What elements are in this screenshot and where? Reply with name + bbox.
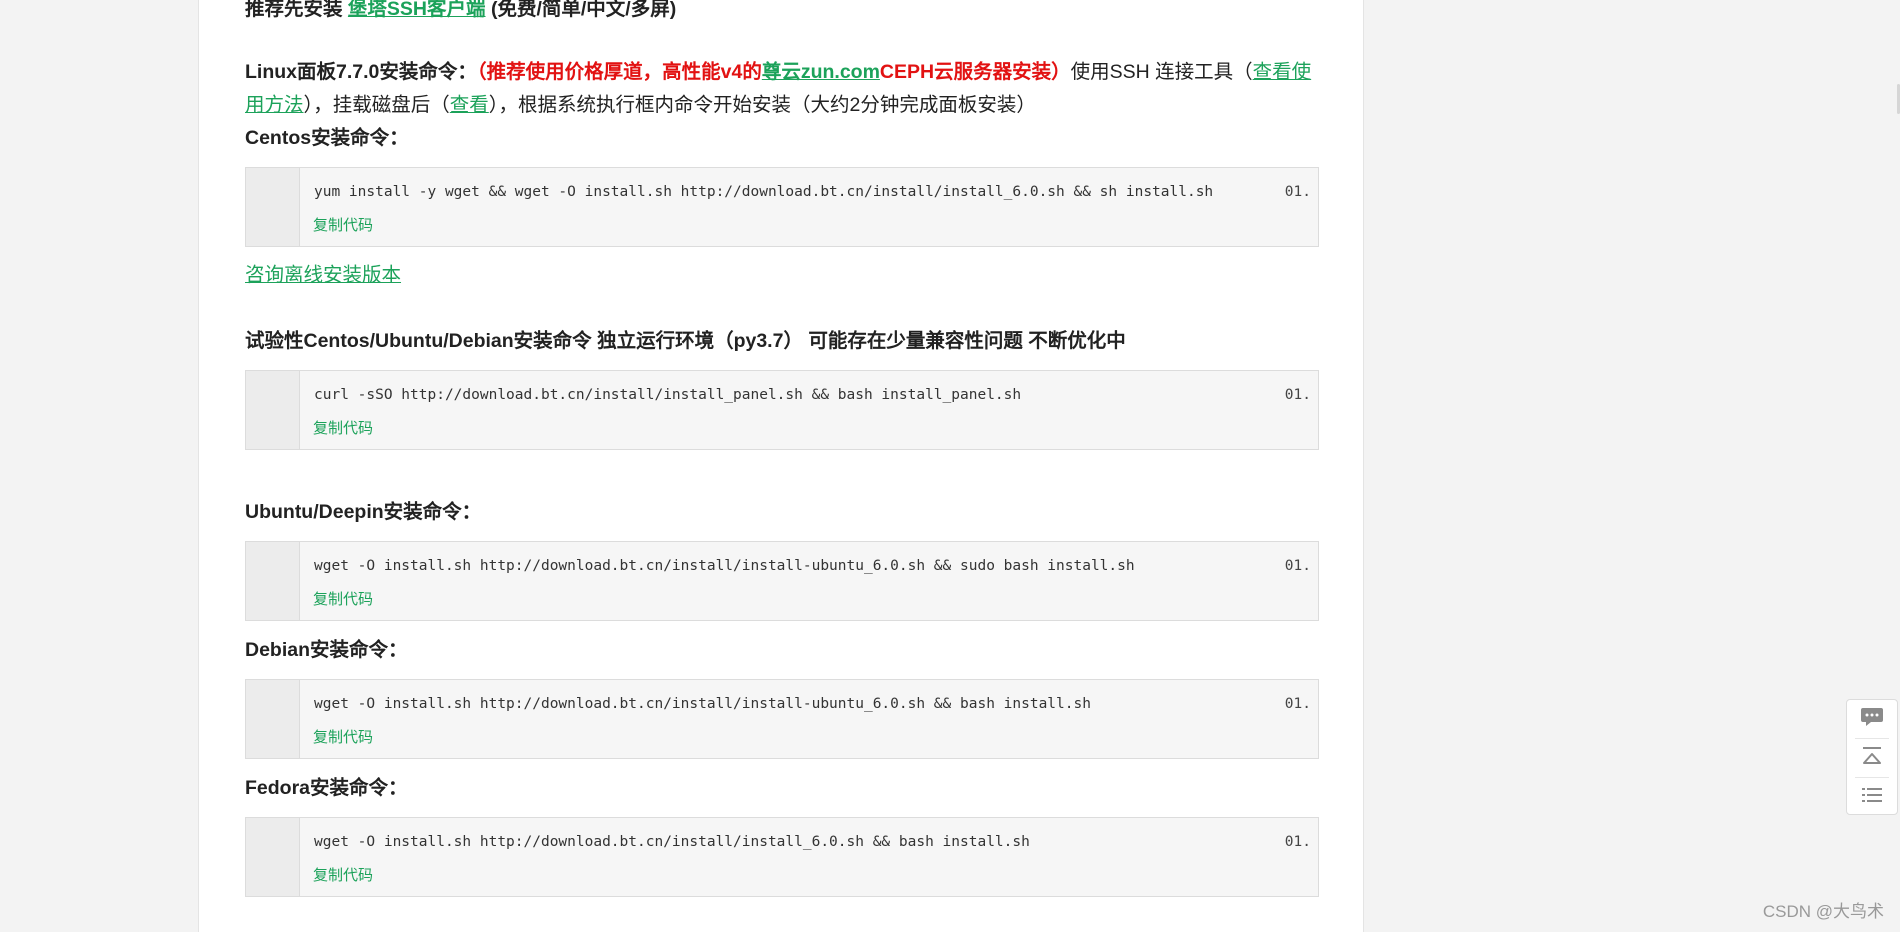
copy-code-button[interactable]: 复制代码 bbox=[313, 417, 373, 438]
experimental-heading: 试验性Centos/Ubuntu/Debian安装命令 独立运行环境（py3.7… bbox=[245, 330, 1126, 352]
copy-code-button[interactable]: 复制代码 bbox=[313, 214, 373, 235]
line-number-gutter bbox=[246, 818, 300, 896]
ssh-client-recommendation: 推荐先安装 堡塔SSH客户端 (免费/简单/中文/多屏) bbox=[245, 0, 1319, 25]
comment-icon bbox=[1860, 706, 1884, 733]
mount-disk-text: ），挂载磁盘后（ bbox=[303, 93, 450, 116]
back-to-top-button[interactable] bbox=[1847, 739, 1897, 777]
line-number: 01. bbox=[1284, 558, 1311, 574]
execute-text: ），根据系统执行框内命令开始安装（大约2分钟完成面板安装） bbox=[488, 93, 1036, 116]
promo-text-open: （推荐使用价格厚道，高性能v4的 bbox=[476, 61, 762, 83]
offline-version-link[interactable]: 咨询离线安装版本 bbox=[245, 264, 401, 286]
copy-code-button[interactable]: 复制代码 bbox=[313, 726, 373, 747]
experimental-command[interactable]: curl -sSO http://download.bt.cn/install/… bbox=[314, 387, 1021, 403]
fedora-heading: Fedora安装命令： bbox=[245, 777, 408, 799]
linux-panel-paragraph: Linux面板7.7.0安装命令：（推荐使用价格厚道，高性能v4的尊云zun.c… bbox=[245, 56, 1319, 121]
experimental-code-block: 01. curl -sSO http://download.bt.cn/inst… bbox=[245, 370, 1319, 450]
ubuntu-code-block: 01. wget -O install.sh http://download.b… bbox=[245, 541, 1319, 621]
offline-version-row: 咨询离线安装版本 bbox=[245, 259, 1319, 292]
debian-command[interactable]: wget -O install.sh http://download.bt.cn… bbox=[314, 696, 1091, 712]
line-number: 01. bbox=[1284, 696, 1311, 712]
line-number-gutter bbox=[246, 680, 300, 758]
line-number: 01. bbox=[1284, 387, 1311, 403]
csdn-watermark: CSDN @大鸟术 bbox=[1762, 902, 1884, 921]
zun-com-link[interactable]: 尊云zun.com bbox=[762, 61, 880, 83]
line-number-gutter bbox=[246, 371, 300, 449]
copy-code-button[interactable]: 复制代码 bbox=[313, 864, 373, 885]
floating-toolbar bbox=[1846, 699, 1898, 815]
line-number-gutter bbox=[246, 168, 300, 246]
ssh-client-link[interactable]: 堡塔SSH客户端 bbox=[348, 0, 486, 20]
comment-button[interactable] bbox=[1847, 700, 1897, 738]
copy-code-button[interactable]: 复制代码 bbox=[313, 588, 373, 609]
ubuntu-command[interactable]: wget -O install.sh http://download.bt.cn… bbox=[314, 558, 1135, 574]
centos-command[interactable]: yum install -y wget && wget -O install.s… bbox=[314, 184, 1213, 200]
list-icon bbox=[1861, 786, 1883, 809]
centos-code-block: 01. yum install -y wget && wget -O insta… bbox=[245, 167, 1319, 247]
centos-heading: Centos安装命令： bbox=[245, 127, 409, 149]
debian-heading: Debian安装命令： bbox=[245, 639, 408, 661]
promo-text-close: CEPH云服务器安装） bbox=[879, 61, 1071, 83]
line-number: 01. bbox=[1284, 834, 1311, 850]
linux-panel-label: Linux面板7.7.0安装命令： bbox=[245, 61, 477, 83]
ubuntu-heading: Ubuntu/Deepin安装命令： bbox=[245, 501, 482, 523]
line-number-gutter bbox=[246, 542, 300, 620]
article-page: 推荐先安装 堡塔SSH客户端 (免费/简单/中文/多屏) Linux面板7.7.… bbox=[198, 0, 1364, 932]
ssh-instructions-text: 使用SSH 连接工具（ bbox=[1070, 61, 1253, 83]
fedora-command[interactable]: wget -O install.sh http://download.bt.cn… bbox=[314, 834, 1030, 850]
intro-suffix: (免费/简单/中文/多屏) bbox=[485, 0, 677, 20]
debian-code-block: 01. wget -O install.sh http://download.b… bbox=[245, 679, 1319, 759]
table-of-contents-button[interactable] bbox=[1847, 778, 1897, 816]
view-link[interactable]: 查看 bbox=[450, 94, 489, 116]
intro-prefix: 推荐先安装 bbox=[245, 0, 348, 20]
back-to-top-icon bbox=[1861, 746, 1883, 771]
line-number: 01. bbox=[1284, 184, 1311, 200]
fedora-code-block: 01. wget -O install.sh http://download.b… bbox=[245, 817, 1319, 897]
